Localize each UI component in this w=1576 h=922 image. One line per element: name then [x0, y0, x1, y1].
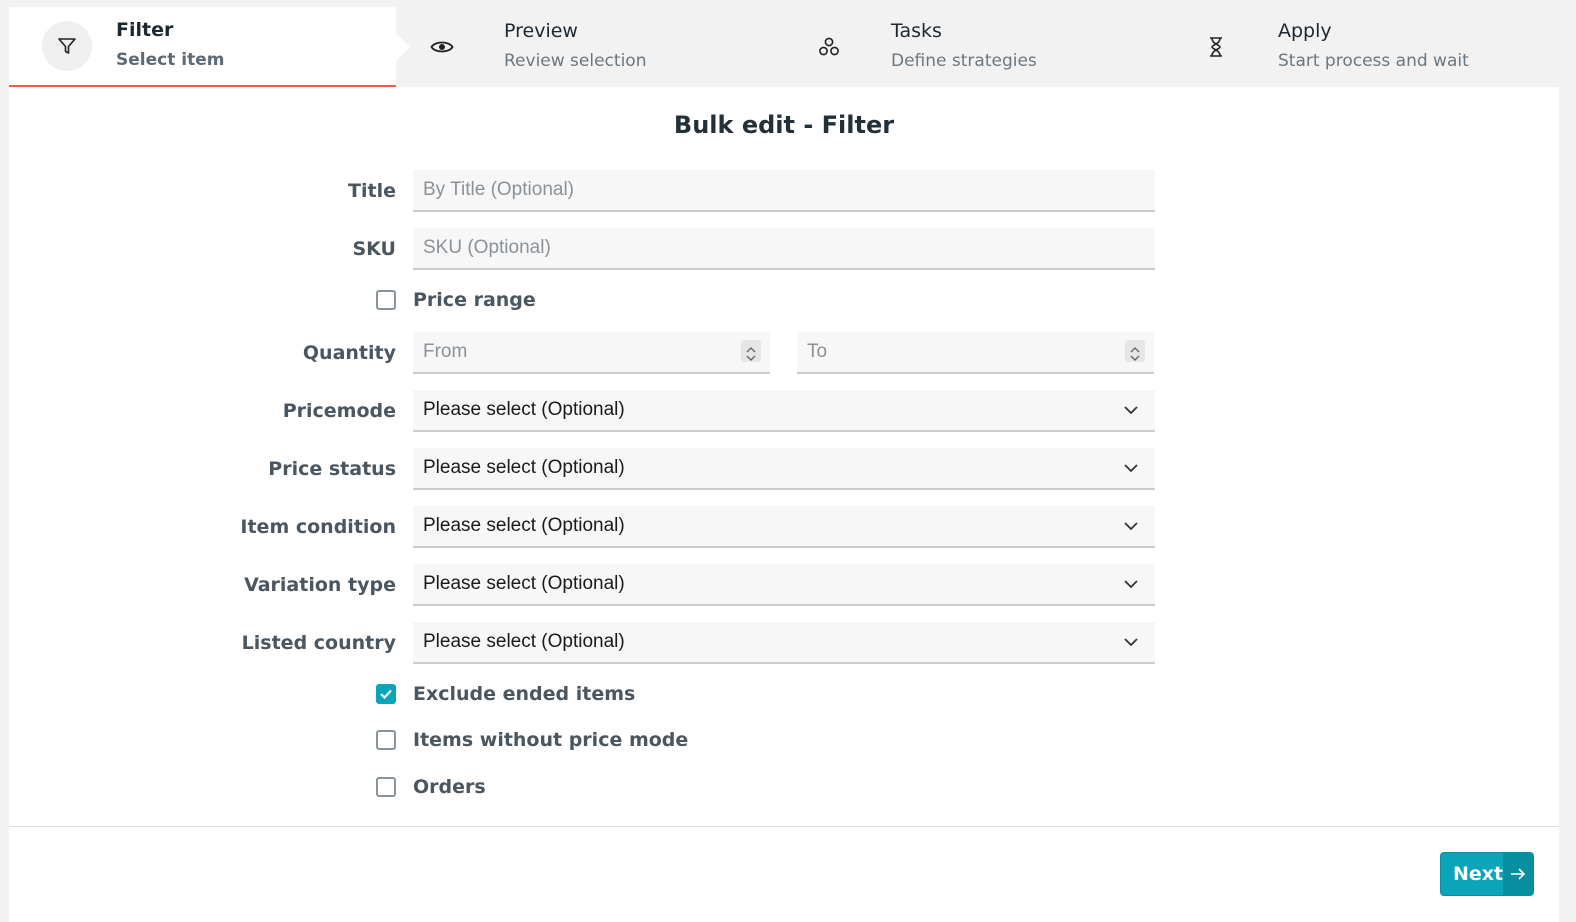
without-price-mode-checkbox[interactable] [376, 730, 396, 750]
wizard-stepper: Filter Select item Preview Review select… [9, 7, 1559, 87]
price-range-row[interactable]: Price range [376, 285, 536, 315]
chevron-down-icon [1124, 406, 1138, 415]
orders-row[interactable]: Orders [376, 772, 486, 802]
orders-checkbox[interactable] [376, 777, 396, 797]
step-subtitle: Select item [116, 49, 225, 70]
quantity-label: Quantity [302, 342, 396, 364]
spinner-icon[interactable] [741, 340, 761, 362]
listed-country-label: Listed country [241, 632, 396, 654]
tasks-icon [804, 22, 854, 72]
price-status-label: Price status [268, 458, 396, 480]
item-condition-row: Item condition Please select (Optional) [9, 506, 1559, 548]
price-status-select[interactable]: Please select (Optional) [413, 448, 1155, 490]
filter-icon [42, 21, 92, 71]
price-range-label: Price range [413, 289, 536, 311]
select-value: Please select (Optional) [423, 515, 625, 536]
next-button-label: Next [1453, 863, 1504, 885]
step-subtitle: Start process and wait [1278, 50, 1469, 71]
sku-label: SKU [352, 238, 396, 260]
step-title: Preview [504, 19, 578, 42]
chevron-down-icon [1124, 522, 1138, 531]
step-subtitle: Review selection [504, 50, 647, 71]
step-title: Tasks [891, 19, 942, 42]
page-title: Bulk edit - Filter [673, 111, 895, 139]
step-subtitle: Define strategies [891, 50, 1037, 71]
item-condition-select[interactable]: Please select (Optional) [413, 506, 1155, 548]
select-value: Please select (Optional) [423, 399, 625, 420]
chevron-down-icon [1124, 580, 1138, 589]
sku-row: SKU SKU (Optional) [9, 228, 1559, 270]
price-range-checkbox[interactable] [376, 290, 396, 310]
variation-type-select[interactable]: Please select (Optional) [413, 564, 1155, 606]
exclude-ended-label: Exclude ended items [413, 683, 636, 705]
exclude-ended-row[interactable]: Exclude ended items [376, 679, 635, 709]
step-tasks[interactable]: Tasks Define strategies [783, 7, 1170, 87]
eye-icon [417, 22, 467, 72]
quantity-row: Quantity From To [9, 332, 1559, 374]
step-title: Filter [116, 18, 174, 41]
step-filter[interactable]: Filter Select item [9, 7, 410, 87]
filter-form-card: Bulk edit - Filter Title By Title (Optio… [9, 87, 1559, 922]
step-preview[interactable]: Preview Review selection [396, 7, 783, 87]
bulk-edit-wizard: Filter Select item Preview Review select… [9, 7, 1559, 922]
select-value: Please select (Optional) [423, 573, 625, 594]
footer-divider [9, 826, 1559, 827]
variation-type-row: Variation type Please select (Optional) [9, 564, 1559, 606]
title-label: Title [348, 180, 396, 202]
pricemode-row: Pricemode Please select (Optional) [9, 390, 1559, 432]
without-price-mode-row[interactable]: Items without price mode [376, 725, 688, 755]
chevron-down-icon [1124, 464, 1138, 473]
item-condition-label: Item condition [240, 516, 396, 538]
arrow-right-icon [1503, 853, 1533, 895]
exclude-ended-checkbox[interactable] [376, 684, 396, 704]
title-input[interactable]: By Title (Optional) [413, 170, 1155, 212]
quantity-to-input[interactable]: To [797, 332, 1154, 374]
chevron-down-icon [1124, 638, 1138, 647]
quantity-from-input[interactable]: From [413, 332, 770, 374]
checkmark-icon [380, 689, 392, 700]
quantity-to-placeholder: To [807, 341, 828, 362]
price-status-row: Price status Please select (Optional) [9, 448, 1559, 490]
next-button[interactable]: Next [1440, 852, 1534, 896]
pricemode-select[interactable]: Please select (Optional) [413, 390, 1155, 432]
spinner-icon[interactable] [1125, 340, 1145, 362]
title-row: Title By Title (Optional) [9, 170, 1559, 212]
listed-country-row: Listed country Please select (Optional) [9, 622, 1559, 664]
quantity-from-placeholder: From [423, 341, 468, 362]
step-title: Apply [1278, 19, 1332, 42]
hourglass-icon [1191, 22, 1241, 72]
select-value: Please select (Optional) [423, 631, 625, 652]
listed-country-select[interactable]: Please select (Optional) [413, 622, 1155, 664]
orders-label: Orders [413, 776, 486, 798]
select-value: Please select (Optional) [423, 457, 625, 478]
variation-type-label: Variation type [244, 574, 396, 596]
sku-input[interactable]: SKU (Optional) [413, 228, 1155, 270]
step-apply[interactable]: Apply Start process and wait [1170, 7, 1557, 87]
without-price-mode-label: Items without price mode [413, 729, 689, 751]
pricemode-label: Pricemode [282, 400, 396, 422]
